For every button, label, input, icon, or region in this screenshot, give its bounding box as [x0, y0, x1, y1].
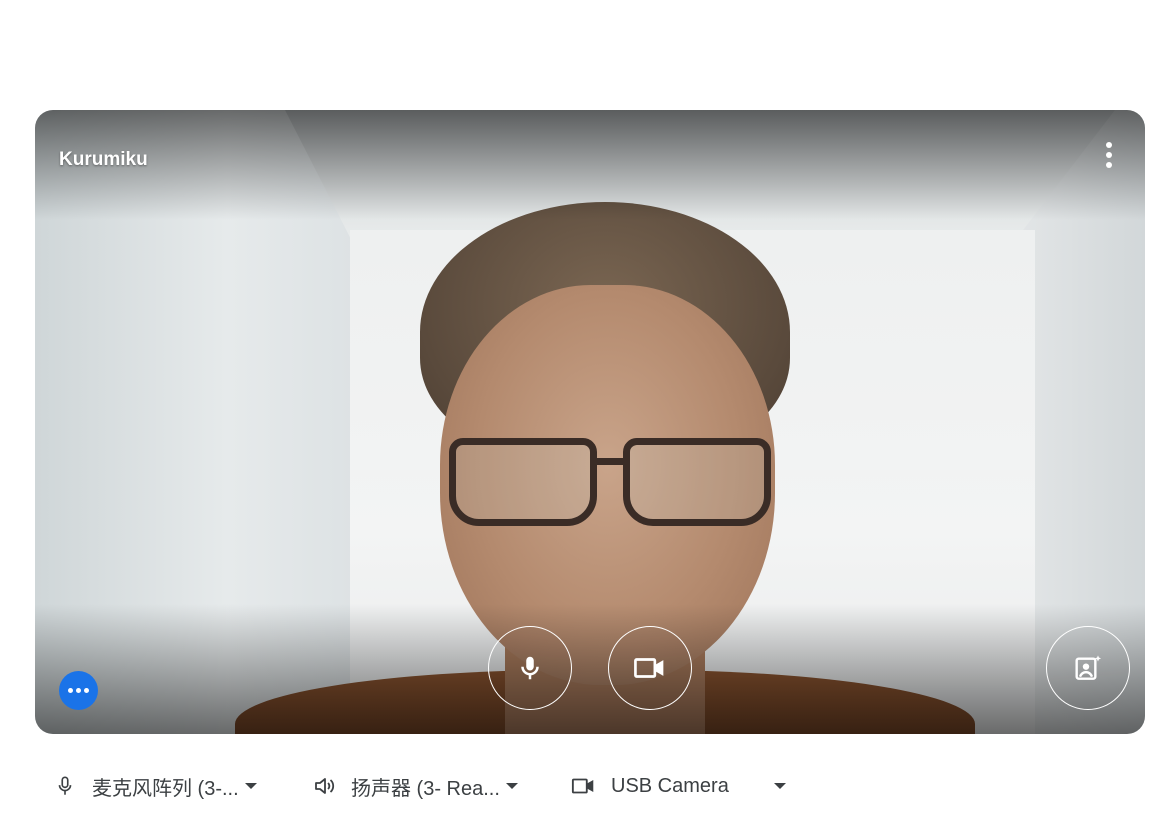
- volume-up-icon: [315, 778, 335, 794]
- speaker-label: 扬声器 (3- Rea...: [351, 777, 500, 800]
- camera-preview: Kurumiku: [35, 110, 1145, 734]
- glasses: [445, 438, 775, 528]
- more-horiz-badge-button[interactable]: [59, 671, 98, 710]
- mic-icon: [521, 656, 539, 680]
- toggle-microphone-button[interactable]: [488, 626, 572, 710]
- visual-effects-icon: [1075, 655, 1102, 680]
- chevron-down-icon: [774, 783, 786, 789]
- chevron-down-icon: [244, 783, 257, 789]
- more-options-button[interactable]: [1095, 140, 1123, 170]
- camera-feed: [35, 110, 1145, 734]
- videocam-icon: [634, 658, 664, 678]
- microphone-label: 麦克风阵列 (3-...: [92, 777, 239, 800]
- mic-icon: [58, 776, 72, 795]
- camera-label: USB Camera: [611, 774, 729, 797]
- chevron-down-icon: [505, 783, 518, 789]
- videocam-icon: [571, 778, 594, 794]
- more-vert-icon: [1106, 142, 1112, 148]
- camera-selector[interactable]: USB Camera: [571, 766, 786, 806]
- toggle-camera-button[interactable]: [608, 626, 692, 710]
- microphone-selector[interactable]: 麦克风阵列 (3-...: [54, 766, 257, 806]
- participant-name: Kurumiku: [59, 149, 148, 170]
- device-selector-bar: 麦克风阵列 (3-... 扬声器 (3- Rea... USB Camera: [0, 756, 1150, 816]
- speaker-selector[interactable]: 扬声器 (3- Rea...: [313, 766, 518, 806]
- visual-effects-button[interactable]: [1046, 626, 1130, 710]
